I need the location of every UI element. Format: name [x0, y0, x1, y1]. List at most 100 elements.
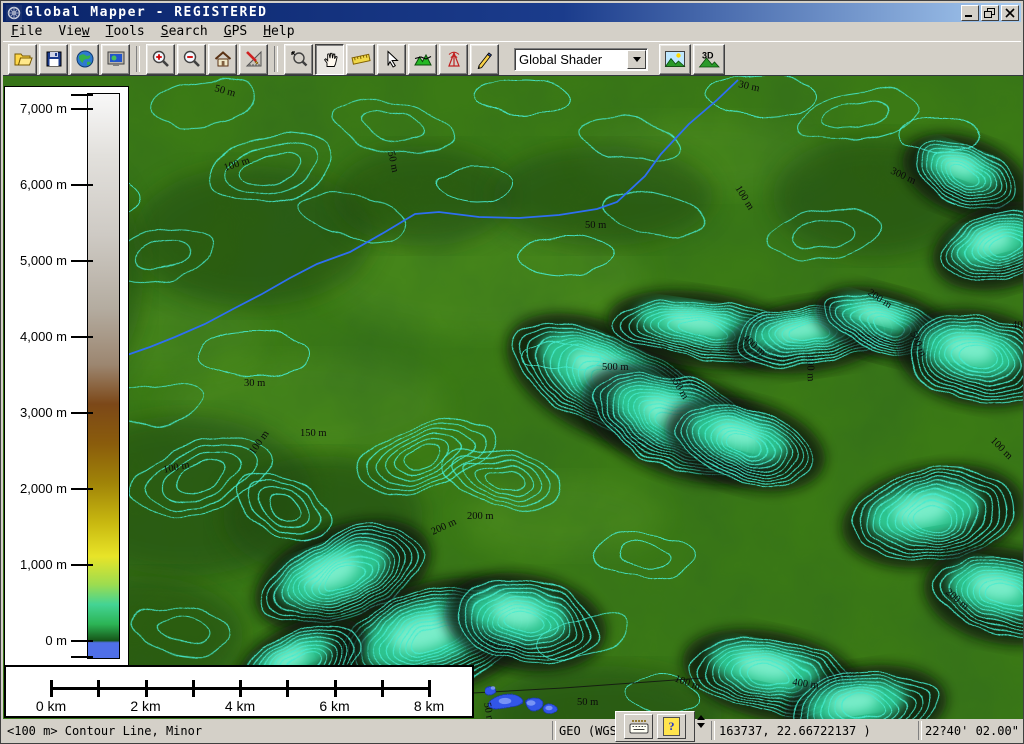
- scale-bar: 0 km 2 km 4 km 6 km 8 km: [4, 665, 474, 718]
- view-shed-tool-button[interactable]: [439, 44, 468, 75]
- legend-label: 2,000 m: [5, 481, 67, 496]
- legend-label: 0 m: [5, 633, 67, 648]
- close-icon: [1004, 8, 1016, 18]
- antenna-icon: [444, 49, 464, 69]
- ruler-icon: [351, 49, 371, 69]
- texture-map-button[interactable]: [659, 44, 691, 75]
- scale-tick: [97, 680, 100, 697]
- folder-open-icon: [13, 49, 33, 69]
- spin-down-icon: [697, 723, 705, 728]
- legend-tick: [71, 564, 93, 566]
- scale-tick: [192, 680, 195, 697]
- zoom-out-button[interactable]: [177, 44, 206, 75]
- legend-tick: [71, 412, 93, 414]
- toolbar-separator: [274, 46, 278, 72]
- map-view[interactable]: 50 m100 m50 m30 m50 m30 m150 m100 m100 m…: [3, 75, 1023, 720]
- full-view-button[interactable]: [208, 44, 237, 75]
- elevation-legend: 7,000 m 6,000 m 5,000 m 4,000 m 3,000 m 2,000…: [4, 86, 129, 666]
- help-icon: ?: [663, 717, 680, 736]
- legend-label: 6,000 m: [5, 177, 67, 192]
- zoom-tool-button[interactable]: [284, 44, 313, 75]
- pan-tool-button[interactable]: [315, 44, 344, 75]
- legend-label: 4,000 m: [5, 329, 67, 344]
- status-feature-info: <100 m> Contour Line, Minor: [3, 721, 559, 740]
- path-profile-icon: [413, 49, 433, 69]
- path-profile-tool-button[interactable]: [408, 44, 437, 75]
- contour-label: 100 m: [804, 355, 816, 382]
- cursor-arrow-icon: [382, 49, 402, 69]
- scale-tick: [286, 680, 289, 697]
- legend-label: 5,000 m: [5, 253, 67, 268]
- scale-label: 0 km: [21, 698, 81, 714]
- shader-combobox[interactable]: Global Shader: [514, 48, 648, 71]
- feature-info-tool-button[interactable]: [377, 44, 406, 75]
- global-mapper-window: Global Mapper - REGISTERED FileViewTools…: [0, 0, 1024, 744]
- display-options-button[interactable]: [101, 44, 130, 75]
- scale-label: 2 km: [116, 698, 176, 714]
- legend-tick: [71, 108, 93, 110]
- contour-label: 200 m: [467, 511, 494, 522]
- legend-label: 7,000 m: [5, 101, 67, 116]
- toolbar-separator: [136, 46, 140, 72]
- keyboard-entry-button[interactable]: [624, 714, 653, 739]
- shader-combobox-arrow[interactable]: [627, 50, 646, 69]
- zoom-in-button[interactable]: [146, 44, 175, 75]
- scale-tick: [334, 680, 337, 697]
- legend-tick: [71, 488, 93, 490]
- zoom-in-icon: [151, 49, 171, 69]
- window-title: Global Mapper - REGISTERED: [25, 5, 268, 20]
- scale-tick: [145, 680, 148, 697]
- legend-label: 3,000 m: [5, 405, 67, 420]
- terrain-map[interactable]: 50 m100 m50 m30 m50 m30 m150 m100 m100 m…: [3, 76, 1023, 720]
- floppy-disk-icon: [44, 49, 64, 69]
- scale-tick: [50, 680, 53, 697]
- scale-tick: [239, 680, 242, 697]
- set-square-pencil-icon: [244, 49, 264, 69]
- configure-button[interactable]: [239, 44, 268, 75]
- contour-label: 50 m: [577, 697, 598, 708]
- legend-tick: [71, 184, 93, 186]
- status-bar: <100 m> Contour Line, Minor GEO (WGS8 ? …: [3, 719, 1023, 742]
- home-icon: [213, 49, 233, 69]
- scale-label: 8 km: [399, 698, 459, 714]
- online-data-button[interactable]: [70, 44, 99, 75]
- menu-tools[interactable]: Tools: [98, 23, 153, 40]
- 3d-view-button[interactable]: 3D: [693, 44, 725, 75]
- digitizer-tool-button[interactable]: [470, 44, 499, 75]
- legend-tick: [71, 656, 93, 658]
- help-button[interactable]: ?: [657, 714, 686, 739]
- zoom-tool-icon: [289, 49, 309, 69]
- shader-combobox-value: Global Shader: [515, 52, 627, 67]
- menu-search[interactable]: Search: [153, 23, 216, 40]
- chevron-down-icon: [633, 57, 641, 62]
- status-projection: GEO (WGS8: [555, 721, 623, 740]
- open-file-button[interactable]: [8, 44, 37, 75]
- scale-label: 6 km: [305, 698, 365, 714]
- menu-bar: FileViewToolsSearchGPSHelp: [3, 22, 1021, 41]
- menu-view[interactable]: View: [50, 23, 97, 40]
- globe-icon: [75, 49, 95, 69]
- menu-help[interactable]: Help: [255, 23, 302, 40]
- scale-label: 4 km: [210, 698, 270, 714]
- status-spinner[interactable]: [697, 715, 705, 728]
- scale-tick: [428, 680, 431, 697]
- minimize-button[interactable]: [961, 5, 979, 21]
- 3d-view-icon: 3D: [698, 49, 720, 69]
- measure-tool-button[interactable]: [346, 44, 375, 75]
- legend-tick: [71, 640, 93, 642]
- legend-tick: [71, 336, 93, 338]
- 3d-view-label: 3D: [702, 51, 714, 61]
- save-button[interactable]: [39, 44, 68, 75]
- close-button[interactable]: [1001, 5, 1019, 21]
- restore-button[interactable]: [981, 5, 999, 21]
- menu-gps[interactable]: GPS: [216, 23, 255, 40]
- monitor-icon: [106, 49, 126, 69]
- contour-label: 50 m: [585, 220, 606, 231]
- restore-icon: [984, 8, 996, 18]
- texture-map-icon: [664, 49, 686, 69]
- zoom-out-icon: [182, 49, 202, 69]
- contour-label: 30 m: [244, 378, 265, 389]
- menu-file[interactable]: File: [3, 23, 50, 40]
- keyboard-icon: [629, 720, 649, 734]
- contour-label: 400 m: [1012, 320, 1023, 331]
